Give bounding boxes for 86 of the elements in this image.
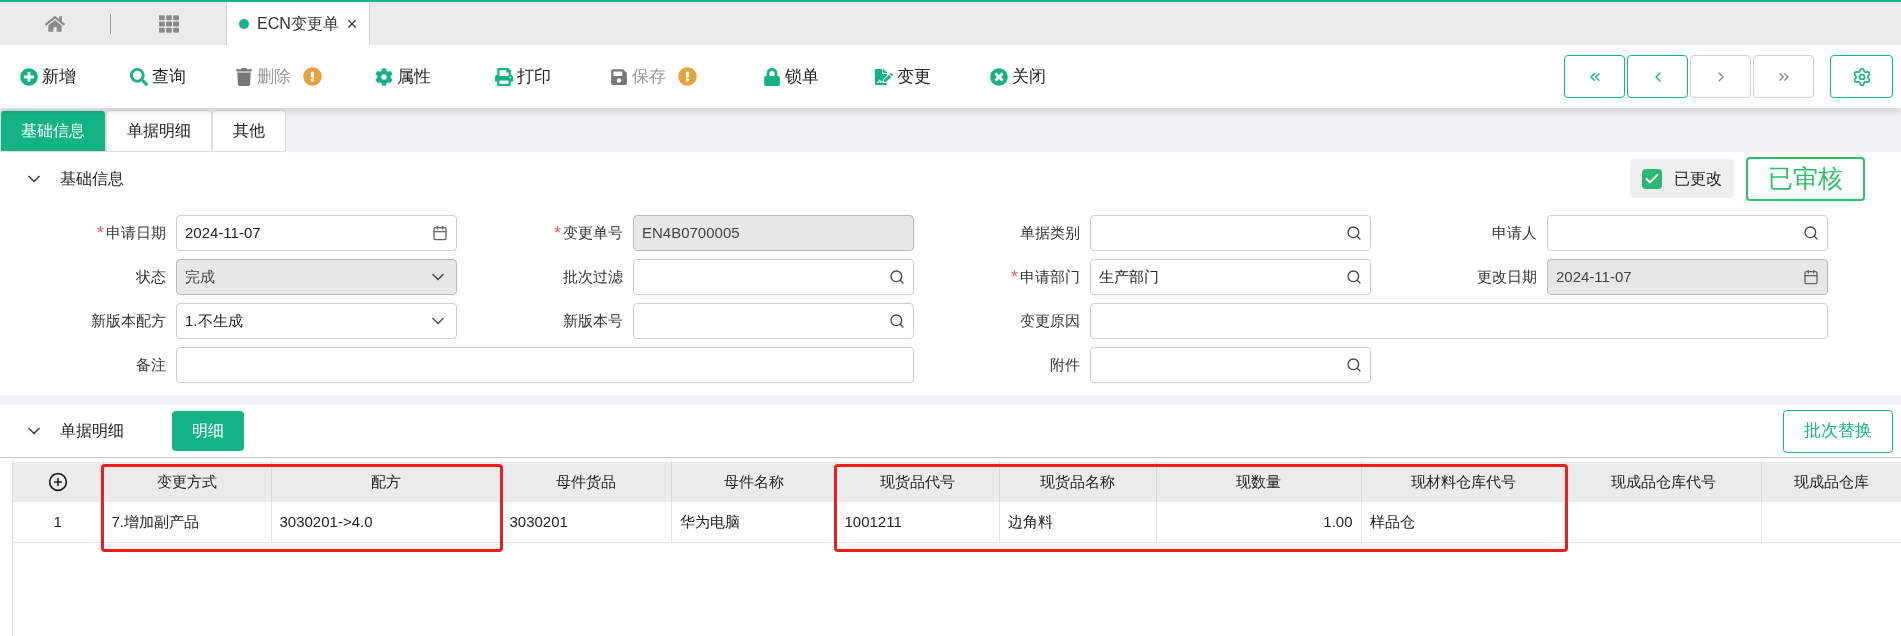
field-label: 备注 <box>136 354 166 375</box>
field-label: 更改日期 <box>1477 266 1537 287</box>
field-label: 单据类别 <box>1020 222 1080 243</box>
home-icon <box>45 13 65 34</box>
date-field[interactable]: 2024-11-07 <box>1547 259 1828 295</box>
column-header: 现数量 <box>1156 462 1361 502</box>
column-header: 母件货品 <box>501 462 671 502</box>
toolbar-button[interactable]: 新增 <box>20 63 76 90</box>
table-cell: 7.增加副产品 <box>103 502 271 542</box>
first-button[interactable] <box>1564 55 1625 98</box>
toolbar-button[interactable]: 关闭 <box>990 63 1046 90</box>
table-cell: 华为电脑 <box>671 502 836 542</box>
column-header: 配方 <box>271 462 501 502</box>
field-label: 变更原因 <box>1020 310 1080 331</box>
table-cell: 3030201->4.0 <box>271 502 501 542</box>
toolbar-button[interactable]: 查询 <box>130 63 186 90</box>
lookup-field[interactable] <box>1090 347 1371 383</box>
required-mark: * <box>1011 268 1018 286</box>
lookup-field[interactable] <box>1090 215 1371 251</box>
field-label: 申请日期 <box>106 222 166 243</box>
field-label: 新版本号 <box>563 310 623 331</box>
field-label: 申请人 <box>1492 222 1537 243</box>
column-header: 现货品代号 <box>836 462 999 502</box>
column-header: 现成品仓库 <box>1761 462 1901 502</box>
required-mark: * <box>554 224 561 242</box>
calendar-icon <box>1803 269 1819 285</box>
column-header: 现材料仓库代号 <box>1361 462 1566 502</box>
printer-icon <box>495 67 513 86</box>
field-label: 附件 <box>1050 354 1080 375</box>
field-label: 申请部门 <box>1020 266 1080 287</box>
previous-button[interactable] <box>1627 55 1688 98</box>
row-number: 1 <box>13 502 103 542</box>
add-row-icon[interactable] <box>47 472 68 492</box>
calendar-icon <box>432 225 448 241</box>
date-field[interactable]: 2024-11-07 <box>176 215 457 251</box>
field-label: 批次过滤 <box>563 266 623 287</box>
search-icon <box>1803 225 1819 241</box>
settings-icon <box>1851 66 1872 87</box>
approved-stamp: 已审核 <box>1746 156 1865 201</box>
search-icon <box>889 313 905 329</box>
section-tab[interactable]: 单据明细 <box>106 110 212 152</box>
trash-icon <box>235 67 253 86</box>
column-header: 变更方式 <box>103 462 271 502</box>
input-field[interactable] <box>1090 303 1828 339</box>
toolbar-button[interactable]: 变更 <box>875 63 931 90</box>
select-field[interactable]: 完成 <box>176 259 457 295</box>
toolbar-button[interactable]: 属性 <box>375 63 431 90</box>
search-icon <box>1346 269 1362 285</box>
search-icon <box>130 67 148 86</box>
tab-label: ECN变更单 <box>257 13 339 34</box>
document-pen-icon <box>875 67 893 86</box>
table-cell: 边角料 <box>999 502 1156 542</box>
field-label: 变更单号 <box>563 222 623 243</box>
column-header: 母件名称 <box>671 462 836 502</box>
settings-button[interactable] <box>1830 55 1893 98</box>
table-cell: 3030201 <box>501 502 671 542</box>
section-tab[interactable]: 其他 <box>212 110 286 152</box>
document-tab[interactable]: ECN变更单 × <box>226 2 371 45</box>
close-icon <box>990 67 1008 86</box>
field-label: 新版本配方 <box>91 310 166 331</box>
changed-checkbox[interactable]: 已更改 <box>1630 159 1734 198</box>
table-cell: 样品仓 <box>1361 502 1566 542</box>
required-mark: * <box>97 224 104 242</box>
column-header: 现货品名称 <box>999 462 1156 502</box>
lookup-field[interactable] <box>633 259 914 295</box>
section-title: 单据明细 <box>60 421 124 441</box>
grid-icon <box>158 13 179 34</box>
tab-close-button[interactable]: × <box>346 14 358 33</box>
toolbar-button[interactable]: 打印 <box>495 63 551 90</box>
search-icon <box>1346 357 1362 373</box>
toolbar-button[interactable]: 锁单 <box>763 63 819 90</box>
lookup-field[interactable]: 生产部门 <box>1090 259 1371 295</box>
search-icon <box>889 269 905 285</box>
column-header: 现成品仓库代号 <box>1566 462 1761 502</box>
gear-icon <box>375 67 393 86</box>
lock-icon <box>763 67 781 86</box>
input-field[interactable] <box>176 347 914 383</box>
lookup-field[interactable] <box>1547 215 1828 251</box>
search-icon <box>1346 225 1362 241</box>
section-title: 基础信息 <box>60 168 124 189</box>
lookup-field[interactable] <box>633 303 914 339</box>
table-cell: 1001211 <box>836 502 999 542</box>
select-field[interactable]: 1.不生成 <box>176 303 457 339</box>
table-cell: 1.00 <box>1156 502 1361 542</box>
input-field[interactable]: EN4B0700005 <box>633 215 914 251</box>
field-label: 状态 <box>136 266 166 287</box>
